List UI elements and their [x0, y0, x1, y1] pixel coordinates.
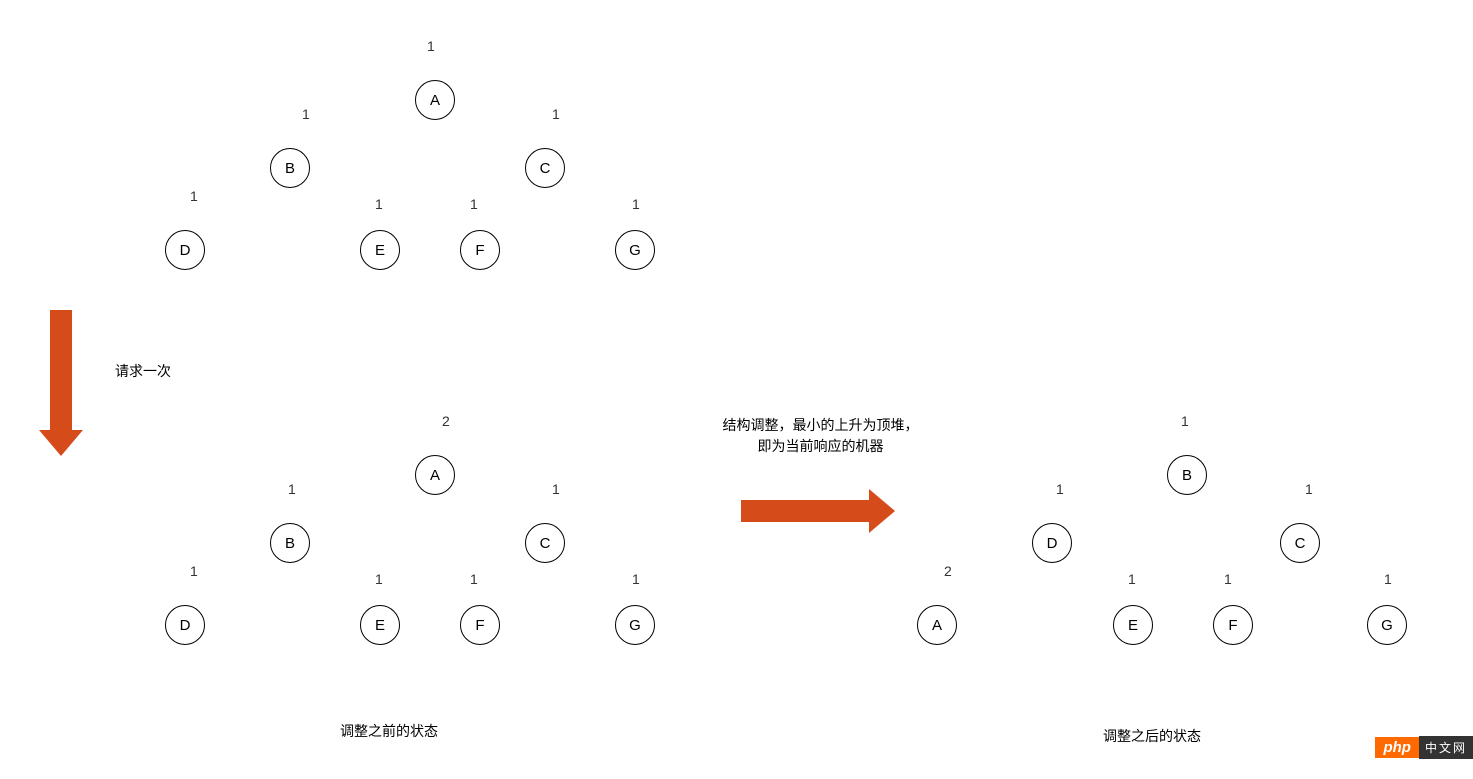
node-top-A: A	[415, 80, 455, 120]
node-after-B: B	[1167, 455, 1207, 495]
node-after-C: C	[1280, 523, 1320, 563]
num-top-E: 1	[375, 196, 383, 212]
num-after-C: 1	[1305, 481, 1313, 497]
watermark: php 中文网	[1375, 736, 1473, 759]
num-before-C: 1	[552, 481, 560, 497]
node-after-E: E	[1113, 605, 1153, 645]
num-after-G: 1	[1384, 571, 1392, 587]
watermark-rest: 中文网	[1419, 736, 1473, 759]
node-before-B: B	[270, 523, 310, 563]
node-after-A: A	[917, 605, 957, 645]
num-after-F: 1	[1224, 571, 1232, 587]
num-top-B: 1	[302, 106, 310, 122]
node-before-A: A	[415, 455, 455, 495]
num-after-D: 1	[1056, 481, 1064, 497]
label-after-state: 调整之后的状态	[1103, 726, 1201, 747]
node-top-F: F	[460, 230, 500, 270]
node-top-B: B	[270, 148, 310, 188]
node-before-G: G	[615, 605, 655, 645]
node-top-E: E	[360, 230, 400, 270]
num-before-B: 1	[288, 481, 296, 497]
node-before-D: D	[165, 605, 205, 645]
watermark-php: php	[1375, 737, 1419, 758]
arrow-down-icon	[50, 310, 83, 456]
node-before-F: F	[460, 605, 500, 645]
num-after-E: 1	[1128, 571, 1136, 587]
num-top-D: 1	[190, 188, 198, 204]
num-top-C: 1	[552, 106, 560, 122]
num-before-G: 1	[632, 571, 640, 587]
num-after-A: 2	[944, 563, 952, 579]
node-top-D: D	[165, 230, 205, 270]
label-request-once: 请求一次	[115, 361, 171, 382]
arrow-right-icon	[741, 489, 895, 533]
num-top-G: 1	[632, 196, 640, 212]
num-top-A: 1	[427, 38, 435, 54]
num-after-B: 1	[1181, 413, 1189, 429]
node-after-D: D	[1032, 523, 1072, 563]
node-before-E: E	[360, 605, 400, 645]
node-after-F: F	[1213, 605, 1253, 645]
num-before-F: 1	[470, 571, 478, 587]
num-top-F: 1	[470, 196, 478, 212]
num-before-E: 1	[375, 571, 383, 587]
node-top-G: G	[615, 230, 655, 270]
node-top-C: C	[525, 148, 565, 188]
num-before-A: 2	[442, 413, 450, 429]
num-before-D: 1	[190, 563, 198, 579]
label-before-state: 调整之前的状态	[340, 721, 438, 742]
node-before-C: C	[525, 523, 565, 563]
label-restructure: 结构调整，最小的上升为顶堆，即为当前响应的机器	[717, 415, 924, 457]
node-after-G: G	[1367, 605, 1407, 645]
